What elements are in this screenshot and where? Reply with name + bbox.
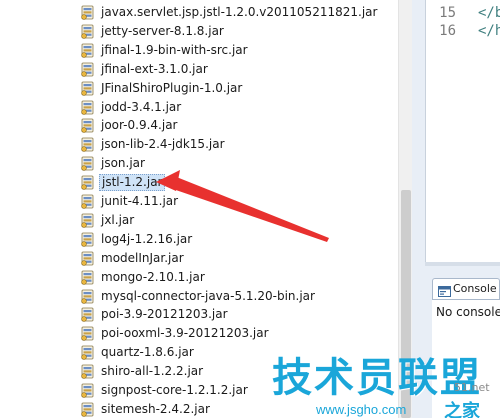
jar-label: signpost-core-1.2.1.2.jar <box>101 383 248 397</box>
jar-label: mysql-connector-java-5.1.20-bin.jar <box>101 288 315 303</box>
tree-item-jar[interactable]: log4j-1.2.16.jar <box>0 230 398 249</box>
jar-file-icon <box>80 43 95 58</box>
jar-file-icon <box>80 194 95 209</box>
jar-file-icon <box>80 213 95 228</box>
jar-label: jxl.jar <box>101 212 135 227</box>
editor-horizontal-scrollbar[interactable] <box>425 262 500 266</box>
jar-file-icon <box>80 326 95 341</box>
code-line[interactable]: </h <box>478 23 500 39</box>
jar-label: modelInJar.jar <box>101 250 184 265</box>
jar-file-icon <box>80 100 95 115</box>
jar-file-icon <box>80 364 95 379</box>
tree-item-jar[interactable]: JFinalShiroPlugin-1.0.jar <box>0 79 398 98</box>
tree-item-jar[interactable]: signpost-core-1.2.1.2.jar <box>0 381 398 400</box>
jar-file-icon <box>80 402 95 417</box>
line-number: 15 <box>439 5 456 21</box>
jar-label: JFinalShiroPlugin-1.0.jar <box>101 80 243 95</box>
jar-file-icon <box>80 156 95 171</box>
jar-file-icon <box>80 81 95 96</box>
tree-scroll-thumb[interactable] <box>401 190 411 418</box>
tree-item-jar[interactable]: json-lib-2.4-jdk15.jar <box>0 135 398 154</box>
line-number: 16 <box>439 23 456 39</box>
tree-item-jar[interactable]: jfinal-1.9-bin-with-src.jar <box>0 41 398 60</box>
jar-label: log4j-1.2.16.jar <box>101 231 193 246</box>
jar-label: sitemesh-2.4.2.jar <box>101 401 210 416</box>
tree-item-jar[interactable]: javax.servlet.jsp.jstl-1.2.0.v2011052118… <box>0 3 398 22</box>
jar-file-icon <box>80 251 95 266</box>
jar-label: json-lib-2.4-jdk15.jar <box>101 137 225 152</box>
tree-item-jar[interactable]: junit-4.11.jar <box>0 192 398 211</box>
jar-label: poi-3.9-20121203.jar <box>101 307 228 322</box>
tree-item-jar[interactable]: jodd-3.4.1.jar <box>0 98 398 117</box>
tree-item-jar[interactable]: mysql-connector-java-5.1.20-bin.jar <box>0 287 398 306</box>
tree-item-jar[interactable]: quartz-1.8.6.jar <box>0 343 398 362</box>
tree-item-jar[interactable]: poi-3.9-20121203.jar <box>0 305 398 324</box>
console-tab-label: Console <box>453 282 497 295</box>
jar-file-icon <box>80 24 95 39</box>
tree-item-jar[interactable]: jetty-server-8.1.8.jar <box>0 22 398 41</box>
console-icon <box>438 283 451 297</box>
jar-label: json.jar <box>101 156 145 171</box>
jar-file-icon <box>80 345 95 360</box>
package-explorer-tree: javax.servlet.jsp.jstl-1.2.0.v2011052118… <box>0 0 398 418</box>
tree-item-jar[interactable]: shiro-all-1.2.2.jar <box>0 362 398 381</box>
jar-label: javax.servlet.jsp.jstl-1.2.0.v2011052118… <box>101 5 378 19</box>
jar-file-icon <box>80 383 95 398</box>
right-workbench-area: 15 16 </b </h Console No consoles <box>412 0 500 418</box>
tree-item-jar[interactable]: joor-0.9.4.jar <box>0 116 398 135</box>
code-line[interactable]: </b <box>478 5 500 21</box>
tree-item-jar[interactable]: json.jar <box>0 154 398 173</box>
jar-file-icon <box>80 270 95 285</box>
tree-item-jar[interactable]: jfinal-ext-3.1.0.jar <box>0 60 398 79</box>
jar-file-icon <box>80 307 95 323</box>
jar-label: jfinal-1.9-bin-with-src.jar <box>101 42 248 57</box>
jar-label: joor-0.9.4.jar <box>101 118 178 133</box>
jar-file-icon <box>80 137 95 152</box>
tree-item-jar[interactable]: poi-ooxml-3.9-20121203.jar <box>0 324 398 343</box>
jar-label: jfinal-ext-3.1.0.jar <box>101 61 208 76</box>
tab-console[interactable]: Console <box>432 278 500 300</box>
jar-label: jetty-server-8.1.8.jar <box>101 23 224 38</box>
console-message: No consoles <box>436 305 500 319</box>
tree-item-jar[interactable]: jstl-1.2.jar <box>0 173 398 192</box>
jar-label: shiro-all-1.2.2.jar <box>101 364 204 379</box>
tree-item-jar[interactable]: modelInJar.jar <box>0 249 398 268</box>
jar-label: junit-4.11.jar <box>101 194 179 208</box>
jar-file-icon <box>80 175 95 190</box>
jar-file-icon <box>80 118 95 134</box>
jar-label: mongo-2.10.1.jar <box>101 269 205 284</box>
jar-label: quartz-1.8.6.jar <box>101 345 194 360</box>
jar-label: jstl-1.2.jar <box>99 174 166 192</box>
jar-file-icon <box>80 232 95 247</box>
code-editor[interactable]: 15 16 </b </h <box>425 0 500 262</box>
console-view: No consoles <box>432 299 500 418</box>
jar-file-icon <box>80 62 95 77</box>
tree-item-jar[interactable]: jxl.jar <box>0 211 398 230</box>
jar-label: jodd-3.4.1.jar <box>101 99 182 114</box>
jar-label: poi-ooxml-3.9-20121203.jar <box>101 326 269 341</box>
tree-item-jar[interactable]: mongo-2.10.1.jar <box>0 268 398 287</box>
line-number-gutter: 15 16 <box>426 0 474 262</box>
jar-file-icon <box>80 289 95 304</box>
jar-file-icon <box>80 5 95 20</box>
tree-vertical-scrollbar[interactable] <box>398 0 412 418</box>
tree-item-jar[interactable]: sitemesh-2.4.2.jar <box>0 400 398 418</box>
